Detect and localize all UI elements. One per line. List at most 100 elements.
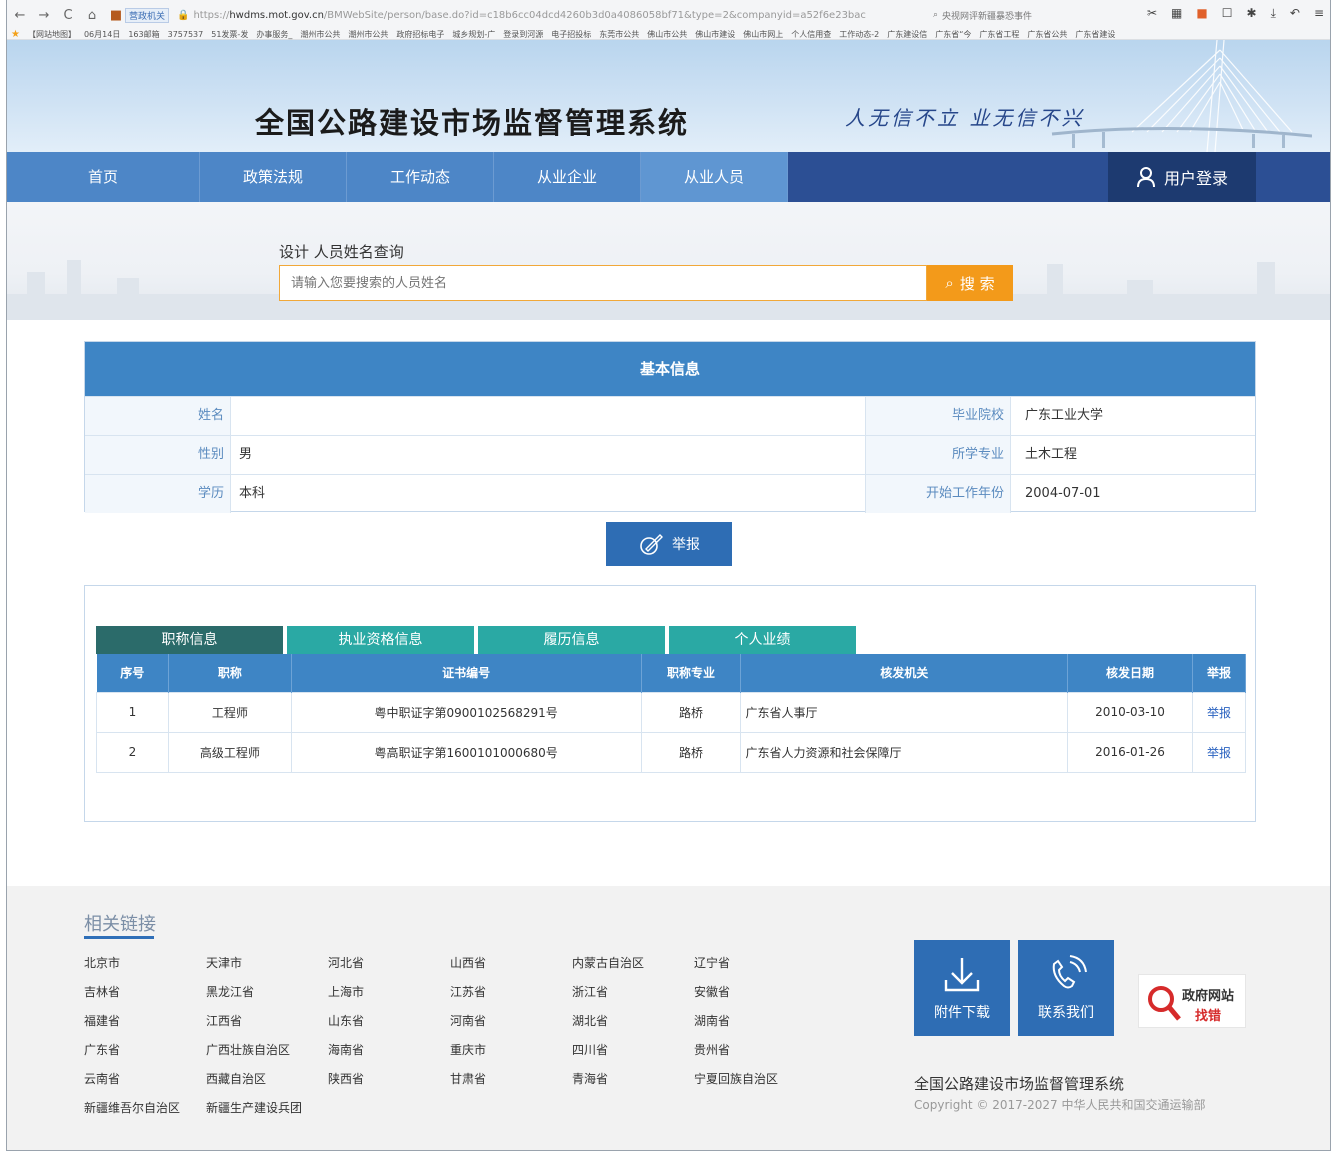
related-link[interactable]: 上海市: [328, 983, 364, 1000]
related-link[interactable]: 四川省: [572, 1041, 608, 1058]
download-icon: [944, 958, 980, 992]
column-header: 核发日期: [1067, 654, 1193, 692]
person-name-search-input[interactable]: [279, 265, 927, 301]
related-link[interactable]: 云南省: [84, 1070, 120, 1087]
cell-cert-no: 粤高职证字第1600101000680号: [290, 731, 642, 773]
download-tile[interactable]: 附件下载: [914, 940, 1010, 1036]
cut-icon[interactable]: ✂: [1147, 6, 1157, 21]
bookmark-item[interactable]: 51发票-发: [211, 29, 248, 40]
window-icon[interactable]: ☐: [1222, 6, 1233, 21]
address-bar[interactable]: 营政机关 🔒 https:// hwdms.mot.gov.cn /BMWebS…: [125, 6, 915, 24]
nav-item-home[interactable]: 首页: [7, 152, 200, 202]
reload-icon[interactable]: C: [61, 8, 75, 23]
forward-icon[interactable]: →: [37, 8, 51, 23]
nav-item-news[interactable]: 工作动态: [347, 152, 494, 202]
bookmark-item[interactable]: 佛山市公共: [647, 29, 687, 40]
extension-icon[interactable]: ■: [109, 8, 123, 23]
bookmark-item[interactable]: 潮州市公共: [348, 29, 388, 40]
related-link[interactable]: 山东省: [328, 1012, 364, 1029]
cell-major: 路桥: [640, 731, 742, 773]
site-banner: 全国公路建设市场监督管理系统 人无信不立 业无信不兴: [7, 40, 1330, 152]
nav-item-policy[interactable]: 政策法规: [200, 152, 347, 202]
magnifier-icon: [1148, 986, 1181, 1021]
related-link[interactable]: 西藏自治区: [206, 1070, 266, 1087]
related-link[interactable]: 广西壮族自治区: [206, 1041, 290, 1058]
bookmark-item[interactable]: 政府招标电子: [396, 29, 444, 40]
bookmark-item[interactable]: 佛山市网上: [743, 29, 783, 40]
search-button[interactable]: ⌕ 搜 索: [927, 265, 1013, 301]
favorites-star-icon[interactable]: ★: [11, 29, 20, 40]
report-button[interactable]: 举报: [606, 522, 732, 566]
related-link[interactable]: 新疆生产建设兵团: [206, 1099, 302, 1116]
related-link[interactable]: 安徽省: [694, 983, 730, 1000]
tab-resume-info[interactable]: 履历信息: [478, 626, 665, 654]
related-link[interactable]: 海南省: [328, 1041, 364, 1058]
bookmark-item[interactable]: 【网站地图】: [28, 29, 76, 40]
related-link[interactable]: 吉林省: [84, 983, 120, 1000]
bookmark-item[interactable]: 3757537: [168, 30, 204, 39]
related-link[interactable]: 新疆维吾尔自治区: [84, 1099, 180, 1116]
bookmark-item[interactable]: 163邮箱: [128, 29, 159, 40]
info-row: 学历 本科 开始工作年份 2004-07-01: [85, 474, 1255, 513]
row-report-link[interactable]: 举报: [1192, 731, 1246, 773]
nav-item-companies[interactable]: 从业企业: [494, 152, 641, 202]
related-link[interactable]: 江西省: [206, 1012, 242, 1029]
tab-qualification-info[interactable]: 执业资格信息: [287, 626, 474, 654]
related-link[interactable]: 湖南省: [694, 1012, 730, 1029]
bookmark-item[interactable]: 个人信用查: [791, 29, 831, 40]
related-link[interactable]: 甘肃省: [450, 1070, 486, 1087]
browser-search-box[interactable]: ⌕ 央视网评新疆暴恐事件: [933, 6, 1133, 24]
gov-error-report-badge[interactable]: 政府网站 找错: [1138, 974, 1246, 1028]
tab-personal-performance[interactable]: 个人业绩: [669, 626, 856, 654]
menu-icon[interactable]: ≡: [1314, 6, 1324, 21]
bookmark-item[interactable]: 电子招投标: [551, 29, 591, 40]
related-link[interactable]: 浙江省: [572, 983, 608, 1000]
game-icon[interactable]: ■: [1196, 6, 1207, 21]
related-link[interactable]: 重庆市: [450, 1041, 486, 1058]
tab-title-info[interactable]: 职称信息: [96, 626, 283, 654]
download-icon[interactable]: ⤓: [1271, 6, 1276, 21]
bookmark-item[interactable]: 06月14日: [84, 29, 120, 40]
related-link[interactable]: 贵州省: [694, 1041, 730, 1058]
info-label-name: 姓名: [85, 397, 231, 435]
bookmark-item[interactable]: 城乡规划-广: [452, 29, 495, 40]
bookmark-item[interactable]: 工作动态-2: [839, 29, 879, 40]
bookmark-item[interactable]: 潮州市公共: [300, 29, 340, 40]
row-report-link[interactable]: 举报: [1192, 691, 1246, 733]
main-nav: 首页 政策法规 工作动态 从业企业 从业人员 用户登录: [7, 152, 1330, 202]
bookmark-item[interactable]: 广东建设信: [887, 29, 927, 40]
related-link[interactable]: 辽宁省: [694, 954, 730, 971]
bookmark-item[interactable]: 佛山市建设: [695, 29, 735, 40]
login-button[interactable]: 用户登录: [1108, 152, 1256, 202]
contact-tile[interactable]: 联系我们: [1018, 940, 1114, 1036]
bookmark-item[interactable]: 广东省“今: [935, 29, 971, 40]
bookmark-item[interactable]: 广东省公共: [1027, 29, 1067, 40]
page-frame: ← → C ⌂ ■ 营政机关 🔒 https:// hwdms.mot.gov.…: [6, 0, 1331, 1151]
related-link[interactable]: 陕西省: [328, 1070, 364, 1087]
related-link[interactable]: 黑龙江省: [206, 983, 254, 1000]
related-link[interactable]: 湖北省: [572, 1012, 608, 1029]
related-link[interactable]: 江苏省: [450, 983, 486, 1000]
nav-item-personnel[interactable]: 从业人员: [641, 152, 788, 202]
undo-icon[interactable]: ↶: [1290, 6, 1300, 21]
bookmark-item[interactable]: 东莞市公共: [599, 29, 639, 40]
related-link[interactable]: 河南省: [450, 1012, 486, 1029]
related-link[interactable]: 广东省: [84, 1041, 120, 1058]
bookmark-item[interactable]: 广东省工程: [979, 29, 1019, 40]
grid-icon[interactable]: ▦: [1171, 6, 1182, 21]
bookmark-item[interactable]: 登录到河源: [503, 29, 543, 40]
bookmark-star-icon[interactable]: ✱: [1247, 6, 1257, 21]
related-link[interactable]: 山西省: [450, 954, 486, 971]
related-link[interactable]: 河北省: [328, 954, 364, 971]
related-link[interactable]: 宁夏回族自治区: [694, 1070, 778, 1087]
bookmark-item[interactable]: 广东省建设: [1075, 29, 1115, 40]
back-icon[interactable]: ←: [13, 8, 27, 23]
bookmark-item[interactable]: 办事服务_: [256, 29, 292, 40]
related-link[interactable]: 北京市: [84, 954, 120, 971]
related-link[interactable]: 青海省: [572, 1070, 608, 1087]
info-value-gender: 男: [239, 447, 253, 462]
related-link[interactable]: 内蒙古自治区: [572, 954, 644, 971]
related-link[interactable]: 天津市: [206, 954, 242, 971]
related-link[interactable]: 福建省: [84, 1012, 120, 1029]
home-icon[interactable]: ⌂: [85, 8, 99, 23]
